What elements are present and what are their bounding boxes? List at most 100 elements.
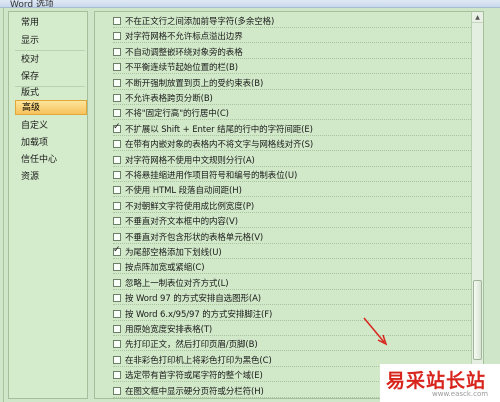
option-row[interactable]: 不将"固定行高"的行居中(C) [113, 106, 473, 121]
option-checkbox[interactable] [113, 201, 121, 210]
option-checkbox[interactable] [113, 263, 121, 272]
option-checkbox[interactable] [113, 32, 121, 41]
scroll-up-arrow-icon[interactable]: ▲ [472, 12, 483, 23]
option-checkbox[interactable] [113, 340, 121, 349]
row-divider [113, 211, 473, 213]
row-divider [113, 319, 473, 321]
row-divider [113, 134, 473, 136]
option-checkbox[interactable] [113, 278, 121, 287]
option-row[interactable]: 不扩展以 Shift + Enter 结尾的行中的字符间距(E) [113, 122, 473, 136]
option-checkbox[interactable] [113, 355, 121, 364]
option-row[interactable]: 不自动调整嵌环绕对象旁的表格 [113, 45, 473, 59]
row-divider [113, 57, 473, 59]
option-checkbox[interactable] [113, 325, 121, 333]
option-checkbox[interactable] [113, 186, 121, 195]
option-row[interactable]: 不在正文行之间添加前导字符(多余空格) [113, 14, 473, 28]
option-row[interactable]: 不允许表格跨页分断(B) [113, 91, 473, 105]
option-checkbox[interactable] [113, 171, 121, 179]
option-checkbox[interactable] [113, 94, 121, 102]
options-dialog: 常用 显示 校对 保存 版式 高级 自定义 加载项 信任中心 资源 不在正文行之… [3, 8, 497, 402]
option-checkbox[interactable] [113, 232, 121, 241]
sidebar-item-popular[interactable]: 常用 [15, 16, 87, 31]
option-label: 不对朝鲜文字符使用成比例宽度(P) [125, 201, 255, 212]
option-row[interactable]: 按 Word 6.x/95/97 的方式安排脚注(F) [113, 307, 473, 321]
row-divider [113, 242, 473, 244]
row-divider [113, 258, 473, 259]
option-row[interactable]: 按点阵加宽或紧缩(C) [113, 260, 473, 275]
row-divider [113, 150, 473, 152]
option-checkbox[interactable] [113, 309, 121, 318]
option-label: 为尾部空格添加下划线(U) [125, 248, 222, 258]
title-bar: Word 选项 [0, 0, 500, 8]
option-row[interactable]: 忽略上一制表位对齐方式(L) [113, 276, 473, 290]
option-row[interactable]: 不垂直对齐文本框中的内容(V) [113, 214, 473, 229]
option-checkbox[interactable] [113, 109, 121, 118]
option-row[interactable]: 为尾部空格添加下划线(U) [113, 245, 473, 259]
option-checkbox[interactable] [113, 17, 121, 25]
option-row[interactable]: 对字符网格不允许标点溢出边界 [113, 29, 473, 44]
option-label: 在图文框中显示硬分页符或分栏符(H) [125, 386, 264, 397]
row-divider [113, 181, 473, 182]
option-checkbox[interactable] [113, 47, 121, 56]
category-sidebar: 常用 显示 校对 保存 版式 高级 自定义 加载项 信任中心 资源 [8, 11, 88, 399]
sidebar-item-proofing[interactable]: 校对 [15, 53, 87, 68]
option-label: 不垂直对齐文本框中的内容(V) [125, 217, 238, 228]
option-label: 用原始宽度安排表格(T) [125, 325, 213, 335]
sidebar-item-resources[interactable]: 资源 [15, 170, 87, 185]
option-label: 不将"固定行高"的行居中(C) [125, 109, 229, 120]
watermark-logo-text: 易采站长站 [386, 370, 487, 392]
option-row[interactable]: 按 Word 97 的方式安排自选图形(A) [113, 291, 473, 306]
row-divider [113, 196, 473, 198]
option-label: 不在正文行之间添加前导字符(多余空格) [125, 17, 275, 27]
option-row[interactable]: 在带有内嵌对象的表格内不将文字与网格线对齐(S) [113, 137, 473, 152]
option-row[interactable]: 用原始宽度安排表格(T) [113, 322, 473, 336]
option-label: 按点阵加宽或紧缩(C) [125, 263, 205, 274]
window-title: Word 选项 [10, 0, 54, 8]
site-watermark: 易采站长站 www.easck.com [380, 364, 500, 402]
option-row[interactable]: 不将悬挂缩进用作项目符号和编号的制表位(U) [113, 168, 473, 182]
row-divider [113, 288, 473, 290]
option-checkbox[interactable] [113, 217, 121, 226]
sidebar-item-trust-center[interactable]: 信任中心 [15, 153, 87, 168]
option-row[interactable]: 不使用 HTML 段落自动间距(H) [113, 183, 473, 198]
option-label: 对字符网格不使用中文规则分行(A) [125, 155, 255, 166]
option-row[interactable]: 不垂直对齐包含形状的表格单元格(V) [113, 230, 473, 244]
watermark-url: www.easck.com [432, 390, 489, 398]
option-checkbox[interactable] [113, 245, 121, 256]
scroll-thumb[interactable] [473, 280, 482, 360]
option-label: 不断开强制放置到页上的受约束表(B) [125, 78, 264, 89]
option-label: 选定带有首字符或尾字符的整个域(E) [125, 371, 263, 382]
option-checkbox[interactable] [113, 63, 121, 72]
option-checkbox[interactable] [113, 371, 121, 380]
row-divider [113, 165, 473, 167]
sidebar-item-customize[interactable]: 自定义 [15, 119, 87, 134]
option-checkbox[interactable] [113, 294, 121, 303]
sidebar-item-addins[interactable]: 加载项 [15, 136, 87, 151]
row-divider [113, 88, 473, 90]
sidebar-item-advanced[interactable]: 高级 [15, 100, 87, 115]
option-label: 不垂直对齐包含形状的表格单元格(V) [125, 232, 264, 243]
option-row[interactable]: 不断开强制放置到页上的受约束表(B) [113, 76, 473, 90]
option-row[interactable]: 不对朝鲜文字符使用成比例宽度(P) [113, 199, 473, 213]
vertical-scrollbar[interactable]: ▲ ▼ [471, 12, 483, 398]
option-label: 不扩展以 Shift + Enter 结尾的行中的字符间距(E) [125, 124, 313, 135]
option-checkbox[interactable] [113, 78, 121, 87]
row-divider [113, 104, 473, 105]
sidebar-item-display[interactable]: 显示 [15, 34, 87, 51]
option-row[interactable]: 对字符网格不使用中文规则分行(A) [113, 153, 473, 167]
sidebar-item-layout[interactable]: 版式 [15, 86, 87, 103]
option-label: 按 Word 6.x/95/97 的方式安排脚注(F) [125, 309, 273, 320]
option-checkbox[interactable] [113, 386, 121, 395]
option-row[interactable]: 先打印正文，然后打印页眉/页脚(B) [113, 337, 473, 352]
option-label: 忽略上一制表位对齐方式(L) [125, 278, 229, 289]
option-label: 先打印正文，然后打印页眉/页脚(B) [125, 340, 258, 351]
option-checkbox[interactable] [113, 140, 121, 149]
sidebar-item-save[interactable]: 保存 [15, 70, 87, 87]
row-divider [113, 335, 473, 336]
option-label: 在非彩色打印机上将彩色打印为黑色(C) [125, 355, 272, 366]
option-label: 按 Word 97 的方式安排自选图形(A) [125, 294, 262, 305]
row-divider [113, 42, 473, 44]
option-row[interactable]: 不平衡连续节起始位置的栏(B) [113, 60, 473, 75]
option-checkbox[interactable] [113, 155, 121, 164]
option-checkbox[interactable] [113, 122, 121, 133]
